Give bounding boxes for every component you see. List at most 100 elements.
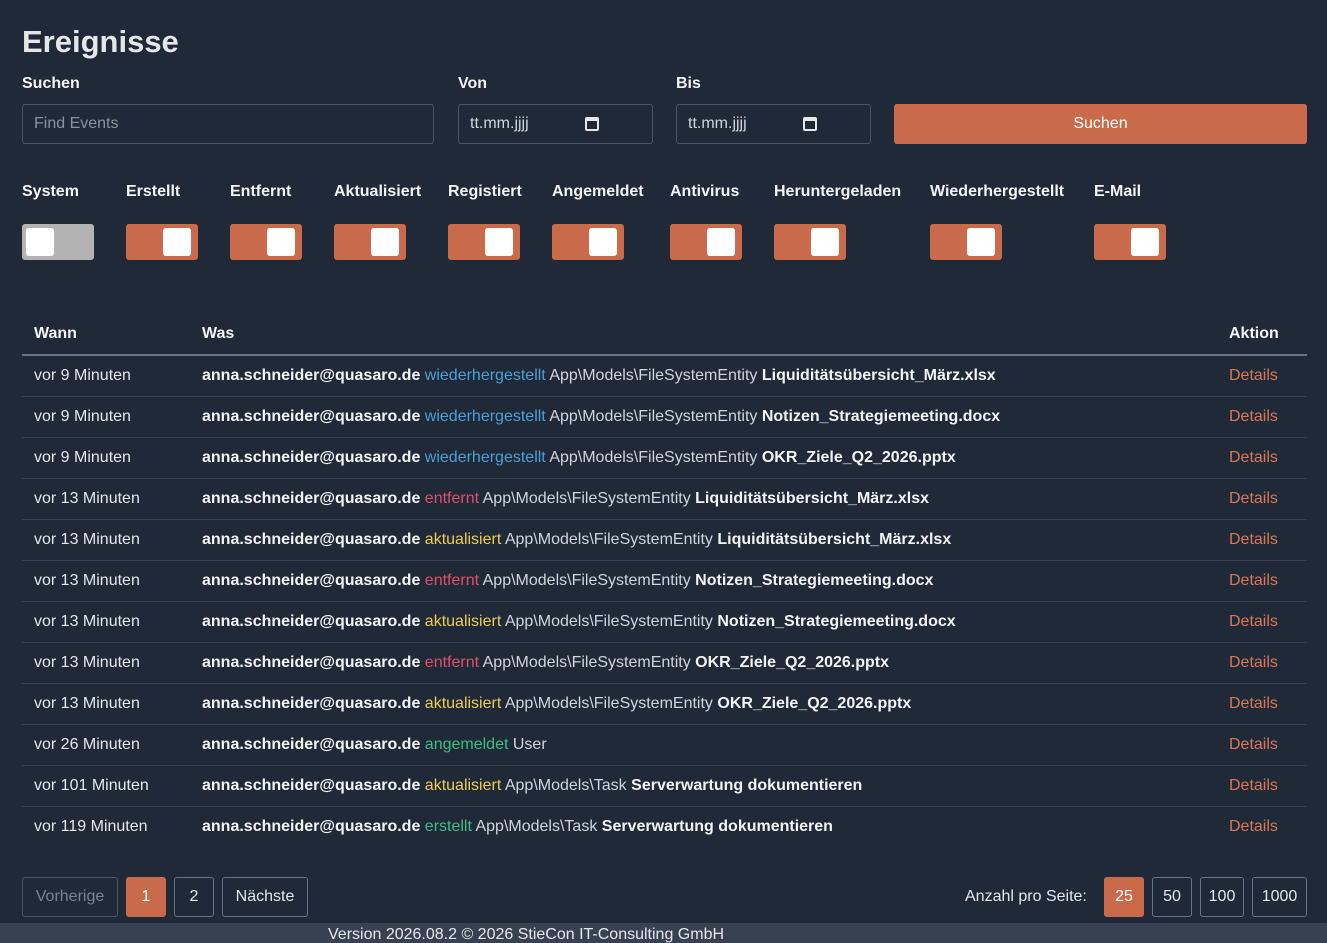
model-name: App\Models\FileSystemEntity	[504, 694, 713, 712]
details-link[interactable]: Details	[1229, 367, 1278, 384]
user-email: anna.schneider@quasaro.de	[202, 776, 421, 794]
per-page-option-50[interactable]: 50	[1152, 877, 1192, 917]
details-link[interactable]: Details	[1229, 777, 1278, 794]
user-email: anna.schneider@quasaro.de	[202, 489, 421, 507]
model-name: App\Models\FileSystemEntity	[482, 489, 691, 507]
event-description: anna.schneider@quasaro.de aktualisiert A…	[190, 683, 1217, 725]
column-header-when: Wann	[22, 314, 190, 356]
details-link[interactable]: Details	[1229, 531, 1278, 548]
details-link[interactable]: Details	[1229, 572, 1278, 589]
page-button-1[interactable]: 1	[126, 877, 166, 917]
event-action: aktualisiert	[424, 612, 502, 630]
event-action: aktualisiert	[424, 530, 502, 548]
filter-toggle-heruntergeladen[interactable]	[774, 224, 846, 260]
to-date-field[interactable]: tt.mm.jjjj	[676, 104, 871, 144]
filter-toggle-e-mail[interactable]	[1094, 224, 1166, 260]
from-date-value: tt.mm.jjjj	[470, 115, 529, 132]
user-email: anna.schneider@quasaro.de	[202, 530, 421, 548]
column-header-action: Aktion	[1217, 314, 1307, 356]
filter-toggle-entfernt[interactable]	[230, 224, 302, 260]
event-action: aktualisiert	[424, 694, 502, 712]
details-link[interactable]: Details	[1229, 613, 1278, 630]
per-page-option-25[interactable]: 25	[1104, 877, 1144, 917]
entity-name: Liquiditätsübersicht_März.xlsx	[761, 366, 996, 384]
model-name: App\Models\FileSystemEntity	[504, 612, 713, 630]
search-input[interactable]	[34, 115, 422, 133]
table-row: vor 101 Minuten anna.schneider@quasaro.de…	[22, 765, 1307, 807]
user-email: anna.schneider@quasaro.de	[202, 817, 421, 835]
toggle-knob	[1131, 228, 1159, 256]
table-row: vor 13 Minuten anna.schneider@quasaro.de …	[22, 519, 1307, 561]
page-button-2[interactable]: 2	[174, 877, 214, 917]
to-date-value: tt.mm.jjjj	[688, 115, 747, 132]
filter-toggle-antivirus[interactable]	[670, 224, 742, 260]
event-time: vor 13 Minuten	[22, 560, 190, 602]
user-email: anna.schneider@quasaro.de	[202, 407, 421, 425]
toggle-label: Wiederhergestellt	[930, 183, 1065, 200]
from-date-field[interactable]: tt.mm.jjjj	[458, 104, 653, 144]
model-name: App\Models\FileSystemEntity	[504, 530, 713, 548]
per-page-option-1000[interactable]: 1000	[1252, 877, 1307, 917]
entity-name: Notizen_Strategiemeeting.docx	[695, 571, 934, 589]
toggle-knob	[485, 228, 513, 256]
details-link[interactable]: Details	[1229, 654, 1278, 671]
model-name: App\Models\FileSystemEntity	[482, 653, 691, 671]
footer: Version 2026.08.2 © 2026 StieCon IT-Cons…	[0, 923, 1327, 943]
model-name: App\Models\FileSystemEntity	[549, 366, 758, 384]
event-action: entfernt	[424, 489, 480, 507]
search-field[interactable]	[22, 104, 434, 144]
toggle-knob	[371, 228, 399, 256]
per-page-label: Anzahl pro Seite:	[965, 888, 1087, 905]
entity-name: OKR_Ziele_Q2_2026.pptx	[695, 653, 890, 671]
details-link[interactable]: Details	[1229, 490, 1278, 507]
entity-name: Serverwartung dokumentieren	[601, 817, 833, 835]
event-time: vor 9 Minuten	[22, 437, 190, 479]
event-description: anna.schneider@quasaro.de entfernt App\M…	[190, 560, 1217, 602]
details-link[interactable]: Details	[1229, 695, 1278, 712]
user-email: anna.schneider@quasaro.de	[202, 448, 421, 466]
event-action: angemeldet	[424, 735, 509, 753]
toggle-knob	[163, 228, 191, 256]
event-time: vor 13 Minuten	[22, 642, 190, 684]
details-link[interactable]: Details	[1229, 449, 1278, 466]
event-description: anna.schneider@quasaro.de aktualisiert A…	[190, 519, 1217, 561]
user-email: anna.schneider@quasaro.de	[202, 653, 421, 671]
toggle-label: E-Mail	[1094, 183, 1142, 200]
from-label: Von	[458, 75, 488, 92]
event-action: erstellt	[424, 817, 472, 835]
event-description: anna.schneider@quasaro.de angemeldet Use…	[190, 724, 1217, 766]
next-page-button[interactable]: Nächste	[222, 877, 308, 917]
model-name: App\Models\FileSystemEntity	[482, 571, 691, 589]
filter-toggle-wiederhergestellt[interactable]	[930, 224, 1002, 260]
event-description: anna.schneider@quasaro.de entfernt App\M…	[190, 642, 1217, 684]
filter-toggle-angemeldet[interactable]	[552, 224, 624, 260]
filter-toggle-erstellt[interactable]	[126, 224, 198, 260]
user-email: anna.schneider@quasaro.de	[202, 571, 421, 589]
entity-name: OKR_Ziele_Q2_2026.pptx	[717, 694, 912, 712]
event-description: anna.schneider@quasaro.de wiederhergeste…	[190, 437, 1217, 479]
filter-toggle-system[interactable]	[22, 224, 94, 260]
entity-name: Liquiditätsübersicht_März.xlsx	[717, 530, 952, 548]
calendar-icon[interactable]	[803, 117, 817, 131]
model-name: App\Models\FileSystemEntity	[549, 407, 758, 425]
event-action: aktualisiert	[424, 776, 502, 794]
details-link[interactable]: Details	[1229, 408, 1278, 425]
entity-name: Serverwartung dokumentieren	[631, 776, 863, 794]
model-name: App\Models\Task	[504, 776, 627, 794]
toggle-label: Registiert	[448, 183, 522, 200]
per-page-option-100[interactable]: 100	[1200, 877, 1244, 917]
toggle-label: Entfernt	[230, 183, 292, 200]
event-time: vor 13 Minuten	[22, 683, 190, 725]
filter-toggle-registiert[interactable]	[448, 224, 520, 260]
event-time: vor 101 Minuten	[22, 765, 190, 807]
previous-page-button[interactable]: Vorherige	[22, 877, 118, 917]
details-link[interactable]: Details	[1229, 818, 1278, 835]
event-time: vor 13 Minuten	[22, 601, 190, 643]
table-row: vor 9 Minuten anna.schneider@quasaro.de w…	[22, 355, 1307, 397]
search-button[interactable]: Suchen	[894, 104, 1307, 144]
calendar-icon[interactable]	[585, 117, 599, 131]
details-link[interactable]: Details	[1229, 736, 1278, 753]
table-row: vor 13 Minuten anna.schneider@quasaro.de …	[22, 560, 1307, 602]
toggle-label: System	[22, 183, 79, 200]
filter-toggle-aktualisiert[interactable]	[334, 224, 406, 260]
